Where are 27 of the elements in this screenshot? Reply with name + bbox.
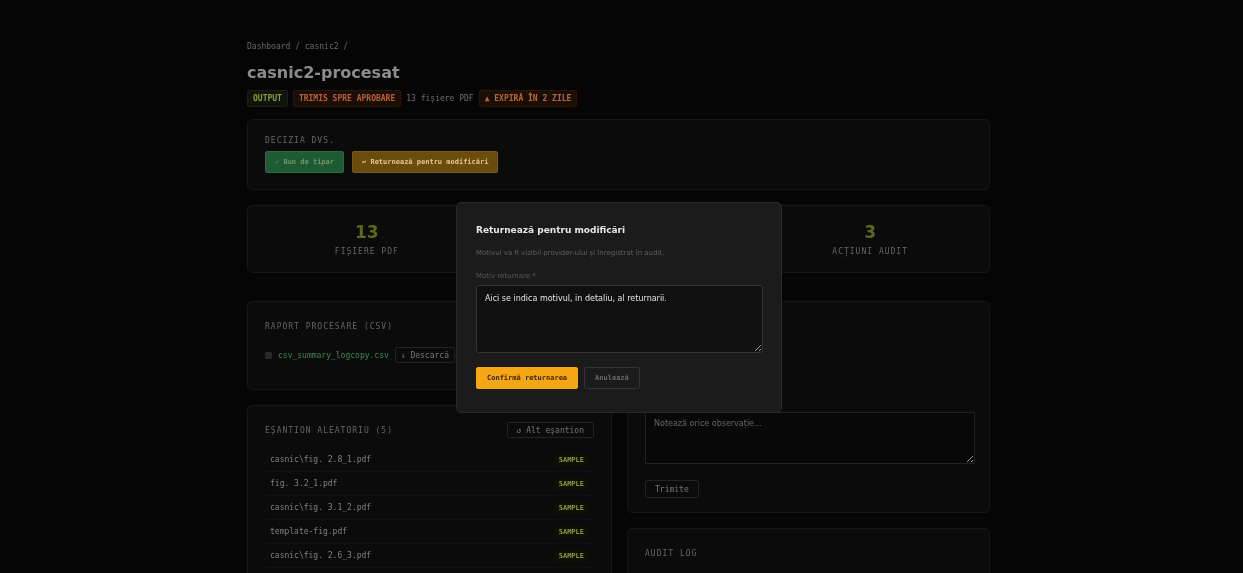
dialog-title: Returnează pentru modificări — [476, 225, 627, 235]
file-icon — [265, 351, 272, 359]
stat-value: 3 — [864, 222, 877, 242]
stat-value: 13 — [355, 222, 379, 242]
file-count: 13 fișiere PDF — [406, 93, 474, 105]
file-name: casnic\fig. 2.8_1.pdf — [270, 455, 372, 464]
download-button[interactable]: ↓ Descarcă — [394, 347, 455, 363]
reason-field[interactable]: Aici se indica motivul, in detaliu, al returnarii. — [476, 285, 763, 353]
file-name: fig. 3.2_1.pdf — [270, 479, 338, 488]
status-badge: OUTPUT — [247, 90, 288, 107]
stat-label: FIȘIERE PDF — [334, 247, 399, 256]
notes-field[interactable]: Notează orice observație... — [645, 412, 975, 464]
status-badge: ▲ EXPIRĂ ÎN 2 ZILE — [478, 90, 578, 107]
file-link[interactable]: csv_summary_logcopy.csv — [278, 350, 389, 360]
section-heading: EȘANTION ALEATORIU (5) — [265, 425, 393, 435]
submit-button[interactable]: Trimite — [645, 480, 699, 498]
stat-label: ACȚIUNI AUDIT — [832, 247, 908, 256]
file-name: template-fig.pdf — [270, 527, 348, 536]
file-name: casnic\fig. 3.1_2.pdf — [270, 503, 372, 512]
page-title: casnic2-procesat — [247, 63, 401, 82]
file-name: casnic\fig. 2.6_3.pdf — [270, 551, 372, 560]
section-heading: RAPORT PROCESARE (CSV) — [265, 322, 394, 331]
status-badge: TRIMIS SPRE APROBARE — [292, 90, 402, 107]
breadcrumb: Dashboard / casnic2 / — [247, 42, 350, 51]
reshuffle-button[interactable]: ↺ Alt eșantion — [506, 422, 594, 438]
section-heading: DECIZIA DVS. — [265, 136, 336, 145]
section-heading: AUDIT LOG — [645, 549, 699, 558]
